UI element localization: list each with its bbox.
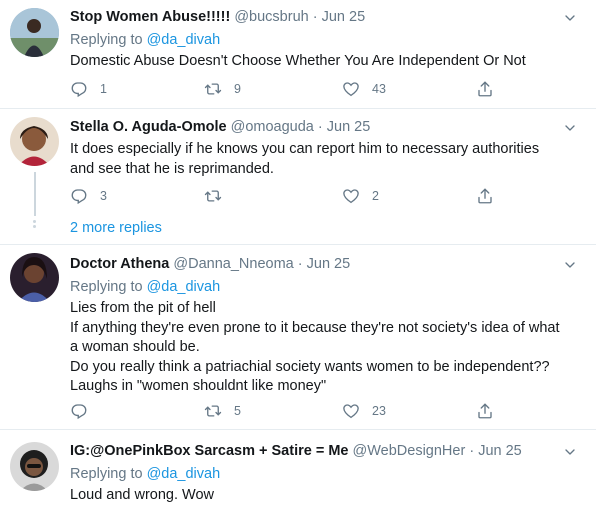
tweet-text: Domestic Abuse Doesn't Choose Whether Yo…	[70, 52, 582, 72]
thread-dot	[33, 225, 36, 228]
display-name[interactable]: Doctor Athena	[70, 256, 169, 272]
share-button[interactable]	[476, 78, 494, 100]
retweet-button[interactable]: 5	[204, 400, 241, 422]
handle[interactable]: @Danna_Nneoma	[173, 256, 293, 272]
display-name[interactable]: IG:@OnePinkBox Sarcasm + Satire = Me	[70, 443, 348, 459]
chevron-down-icon[interactable]	[562, 120, 578, 136]
reply-count: 3	[100, 189, 107, 203]
separator: ·	[317, 119, 323, 135]
tweet-date[interactable]: Jun 25	[327, 119, 371, 135]
tweet-text-line: a woman should be.	[70, 339, 200, 355]
replying-to: Replying to @da_divah	[70, 277, 582, 297]
handle[interactable]: @WebDesignHer	[353, 443, 466, 459]
tweet-header: Stop Women Abuse!!!!! @bucsbruh · Jun 25	[70, 8, 582, 27]
tweet-date[interactable]: Jun 25	[307, 256, 351, 272]
thread-line	[34, 172, 36, 216]
retweet-icon	[204, 187, 222, 205]
share-button[interactable]	[476, 185, 494, 207]
chevron-down-icon[interactable]	[562, 10, 578, 26]
tweet-text-line: Lies from the pit of hell	[70, 300, 216, 316]
tweet-text-line: Laughs in "women shouldnt like money"	[70, 378, 327, 394]
retweet-count: 5	[234, 404, 241, 418]
like-button[interactable]: 23	[342, 400, 386, 422]
like-count: 23	[372, 404, 386, 418]
chevron-down-icon[interactable]	[562, 257, 578, 273]
tweet-text: It does especially if he knows you can r…	[70, 140, 582, 179]
reply-count: 1	[100, 82, 107, 96]
reply-icon	[70, 187, 88, 205]
avatar[interactable]	[10, 117, 59, 166]
tweet-actions: 3 2	[70, 185, 500, 207]
replying-to: Replying to @da_divah	[70, 464, 582, 484]
tweet-header: Stella O. Aguda-Omole @omoaguda · Jun 25	[70, 118, 582, 137]
heart-icon	[342, 80, 360, 98]
like-button[interactable]: 2	[342, 185, 379, 207]
share-icon	[476, 80, 494, 98]
tweet-date[interactable]: Jun 25	[322, 9, 366, 25]
share-button[interactable]	[476, 400, 494, 422]
tweet-text-line: It does especially if he knows you can r…	[70, 141, 540, 157]
retweet-icon	[204, 402, 222, 420]
tweet-1[interactable]: Stop Women Abuse!!!!! @bucsbruh · Jun 25…	[0, 0, 596, 110]
separator: ·	[469, 443, 475, 459]
tweet-3[interactable]: Doctor Athena @Danna_Nneoma · Jun 25 Rep…	[0, 245, 596, 429]
like-count: 2	[372, 189, 379, 203]
tweet-text-line: and see that he is reprimanded.	[70, 160, 274, 177]
replying-to: Replying to @da_divah	[70, 30, 582, 50]
display-name[interactable]: Stop Women Abuse!!!!!	[70, 9, 230, 25]
reply-button[interactable]: 3	[70, 185, 107, 207]
tweet-header: Doctor Athena @Danna_Nneoma · Jun 25	[70, 255, 582, 274]
avatar[interactable]	[10, 442, 59, 491]
replying-prefix: Replying to	[70, 279, 143, 295]
heart-icon	[342, 402, 360, 420]
tweet-date[interactable]: Jun 25	[478, 443, 522, 459]
more-replies-link[interactable]: 2 more replies	[70, 220, 162, 236]
reply-icon	[70, 80, 88, 98]
like-button[interactable]: 43	[342, 78, 386, 100]
share-icon	[476, 187, 494, 205]
tweet-text: Loud and wrong. Wow	[70, 486, 582, 506]
share-icon	[476, 402, 494, 420]
tweet-4[interactable]: IG:@OnePinkBox Sarcasm + Satire = Me @We…	[0, 430, 596, 510]
tweet-header: IG:@OnePinkBox Sarcasm + Satire = Me @We…	[70, 442, 582, 461]
retweet-button[interactable]	[204, 185, 234, 207]
tweet-actions: 5 23	[70, 400, 500, 422]
replying-prefix: Replying to	[70, 466, 143, 482]
replying-prefix: Replying to	[70, 32, 143, 48]
mention-link[interactable]: @da_divah	[147, 32, 221, 48]
tweet-actions: 1 9 43	[70, 78, 500, 100]
tweet-text-line: Domestic Abuse Doesn't Choose Whether Yo…	[70, 53, 526, 69]
handle[interactable]: @bucsbruh	[234, 9, 308, 25]
heart-icon	[342, 187, 360, 205]
separator: ·	[297, 256, 303, 272]
tweet-text: Lies from the pit of hell If anything th…	[70, 299, 582, 397]
reply-button[interactable]	[70, 400, 100, 422]
tweet-text-line: Do you really think a patriachial societ…	[70, 358, 550, 375]
reply-icon	[70, 402, 88, 420]
thread-dot	[33, 220, 36, 223]
avatar[interactable]	[10, 253, 59, 302]
divider	[0, 108, 596, 109]
handle[interactable]: @omoaguda	[231, 119, 314, 135]
retweet-button[interactable]: 9	[204, 78, 241, 100]
reply-button[interactable]: 1	[70, 78, 107, 100]
chevron-down-icon[interactable]	[562, 444, 578, 460]
display-name[interactable]: Stella O. Aguda-Omole	[70, 119, 227, 135]
avatar[interactable]	[10, 8, 59, 57]
like-count: 43	[372, 82, 386, 96]
separator: ·	[312, 9, 318, 25]
tweet-text-line: If anything they're even prone to it bec…	[70, 319, 560, 336]
mention-link[interactable]: @da_divah	[147, 279, 221, 295]
tweet-text-line: Loud and wrong. Wow	[70, 487, 215, 503]
retweet-icon	[204, 80, 222, 98]
mention-link[interactable]: @da_divah	[147, 466, 221, 482]
retweet-count: 9	[234, 82, 241, 96]
